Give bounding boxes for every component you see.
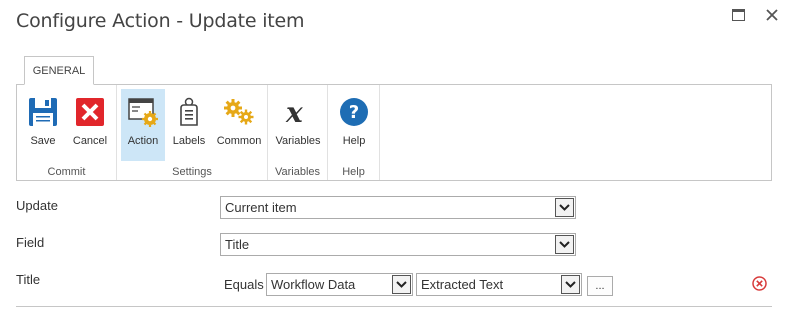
remove-icon <box>752 276 767 295</box>
dialog-title: Configure Action - Update item <box>16 10 305 32</box>
save-icon <box>26 95 60 129</box>
chevron-down-icon <box>561 275 580 294</box>
common-button[interactable]: Common <box>213 89 265 161</box>
divider <box>16 306 772 307</box>
cancel-button[interactable]: Cancel <box>69 89 111 161</box>
update-label: Update <box>16 198 58 213</box>
field-select-value: Title <box>225 237 250 252</box>
svg-text:x: x <box>285 97 303 127</box>
more-options-button[interactable]: ... <box>587 276 613 296</box>
cancel-button-label: Cancel <box>72 135 108 147</box>
ribbon-group-variables: x Variables Variables <box>268 85 328 180</box>
title-row-label: Title <box>16 272 41 287</box>
save-button-label: Save <box>30 135 56 147</box>
chevron-down-icon <box>555 235 574 254</box>
svg-text:?: ? <box>349 102 359 123</box>
remove-row-button[interactable] <box>752 276 767 291</box>
help-button[interactable]: ? Help <box>334 89 374 161</box>
help-icon: ? <box>337 95 371 129</box>
operator-label: Equals <box>224 277 264 292</box>
ribbon-group-settings: Action Labels Common Settings <box>117 85 268 180</box>
close-icon <box>766 8 778 26</box>
maximize-button[interactable] <box>729 8 747 26</box>
variables-button-label: Variables <box>275 135 321 147</box>
maximize-icon <box>731 8 745 26</box>
variables-button[interactable]: x Variables <box>272 89 324 161</box>
common-button-label: Common <box>216 135 262 147</box>
labels-button-label: Labels <box>172 135 206 147</box>
update-select[interactable]: Current item <box>220 196 576 219</box>
source-select-value: Workflow Data <box>271 277 356 292</box>
action-button[interactable]: Action <box>121 89 165 161</box>
cancel-icon <box>73 95 107 129</box>
field-select[interactable]: Title <box>220 233 576 256</box>
ribbon-group-commit: Save Cancel Commit <box>17 85 117 180</box>
labels-icon <box>172 95 206 129</box>
action-button-label: Action <box>127 135 159 147</box>
variables-icon: x <box>281 95 315 129</box>
labels-button[interactable]: Labels <box>169 89 209 161</box>
close-button[interactable] <box>763 8 781 26</box>
group-label-commit: Commit <box>47 166 86 178</box>
group-label-variables: Variables <box>274 166 321 178</box>
source-select[interactable]: Workflow Data <box>266 273 413 296</box>
value-select[interactable]: Extracted Text <box>416 273 582 296</box>
action-icon <box>126 95 160 129</box>
field-label: Field <box>16 235 45 250</box>
help-button-label: Help <box>342 135 366 147</box>
common-gears-icon <box>222 95 256 129</box>
update-select-value: Current item <box>225 200 297 215</box>
chevron-down-icon <box>555 198 574 217</box>
value-select-value: Extracted Text <box>421 277 504 292</box>
ribbon-group-help: ? Help Help <box>328 85 380 180</box>
group-label-help: Help <box>342 166 365 178</box>
save-button[interactable]: Save <box>23 89 63 161</box>
chevron-down-icon <box>392 275 411 294</box>
tab-general[interactable]: GENERAL <box>24 56 94 85</box>
ribbon: Save Cancel Commit Action Labels Common … <box>16 84 772 181</box>
group-label-settings: Settings <box>172 166 212 178</box>
